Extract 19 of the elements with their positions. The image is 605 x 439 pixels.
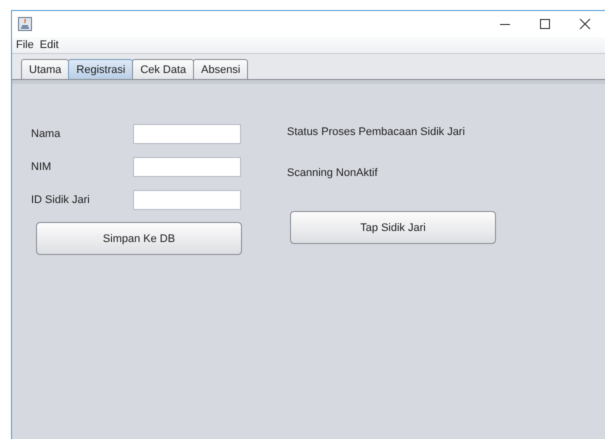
- field-label: NIM: [31, 160, 52, 172]
- scan-button[interactable]: Tap Sidik Jari: [290, 211, 496, 244]
- status-title: Status Proses Pembacaan Sidik Jari: [287, 126, 466, 140]
- maximize-icon: [539, 18, 551, 30]
- app-icon: [18, 17, 32, 31]
- close-icon: [579, 18, 591, 30]
- menu-item[interactable]: Edit: [40, 39, 59, 51]
- field-label: ID Sidik Jari: [31, 194, 91, 206]
- field-label: Nama: [31, 128, 62, 140]
- menu-item[interactable]: File: [16, 39, 34, 51]
- status-value: Scanning NonAktif: [287, 167, 378, 181]
- tab[interactable]: Cek Data: [132, 59, 194, 79]
- input-field[interactable]: [133, 156, 241, 176]
- save-button[interactable]: Simpan Ke DB: [36, 222, 242, 255]
- input-field[interactable]: [133, 124, 241, 144]
- tab[interactable]: Utama: [21, 59, 70, 79]
- tab[interactable]: Registrasi: [68, 59, 134, 79]
- tab[interactable]: Absensi: [193, 59, 248, 79]
- input-field[interactable]: [133, 190, 241, 210]
